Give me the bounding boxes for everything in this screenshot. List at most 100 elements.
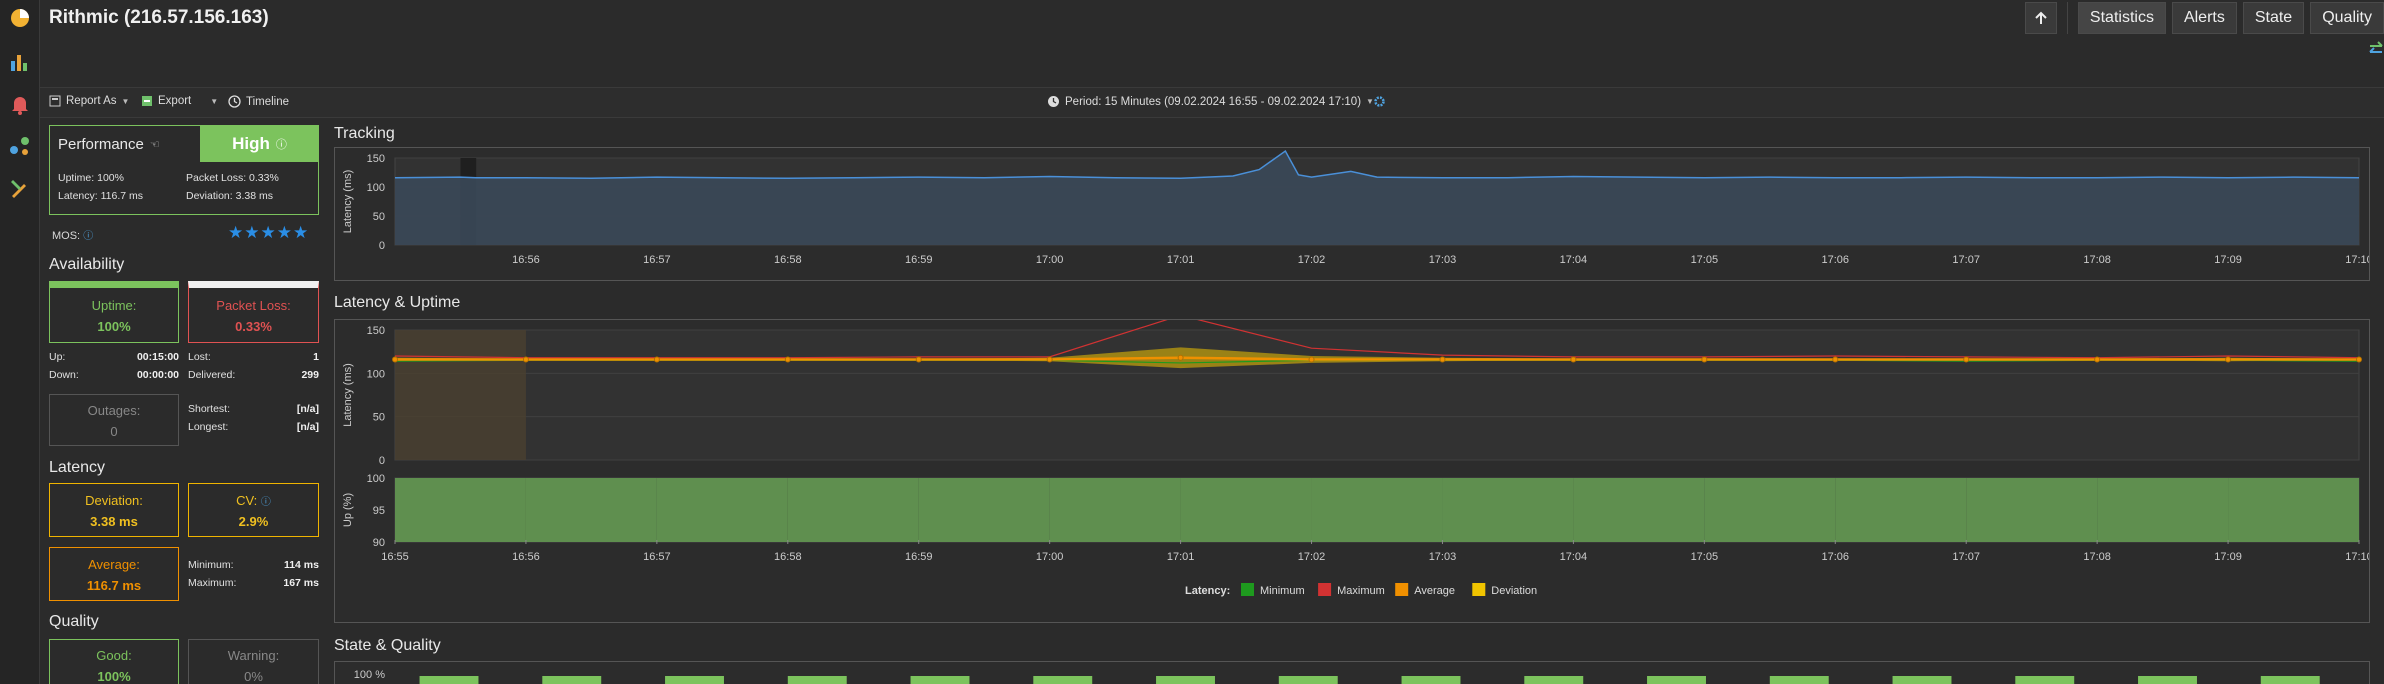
average-point [1963,356,1970,363]
mos-star-icon: ★ [293,223,310,242]
outages-tile[interactable]: Outages: 0 [49,394,179,446]
latency-uptime-title: Latency & Uptime [334,294,461,311]
uptime-bar [2097,478,2229,542]
x-tick-label: 16:59 [905,254,933,266]
x-tick-label: 17:02 [1298,254,1326,266]
average-point [392,356,398,363]
info-icon[interactable]: ⓘ [276,136,287,152]
y-tick-label: 50 [373,412,385,424]
timeline-label: Timeline [246,95,290,108]
tab-quality[interactable]: Quality [2310,2,2384,34]
x-tick-label: 17:05 [1691,551,1719,563]
tracking-chart[interactable]: 0 50 100 150 Latency (ms) 16:56 16:57 16:58 16:5… [335,148,2373,280]
x-tick-label: 17:03 [1429,551,1457,563]
x-tick-label: 17:08 [2083,551,2111,563]
x-tick-label: 17:02 [1298,551,1326,563]
x-tick-label: 17:05 [1691,254,1719,266]
info-icon[interactable]: ⓘ [83,231,93,242]
x-tick-label: 17:10 [2345,551,2369,563]
latency-title: Latency [49,459,106,476]
x-tick-label: 16:55 [381,551,409,563]
legend-label: Deviation [1491,585,1537,597]
dashboard-icon[interactable] [6,4,34,32]
state-bar [1892,676,1952,684]
state-bar [1647,676,1706,684]
tab-state[interactable]: State [2242,2,2305,34]
alerts-icon[interactable] [6,90,34,118]
state-bar [787,676,847,684]
uptime-tile[interactable]: Uptime: 100% [49,281,179,343]
uptime-bar [395,478,526,542]
y-axis-label: Latency (ms) [342,170,354,234]
state-bar [910,676,970,684]
uptime-bar [1966,478,2098,542]
page-title: Rithmic (216.57.156.163) [49,7,269,28]
swap-icon[interactable] [2368,38,2384,60]
uptime-y-tick-label: 100 [367,473,385,485]
scroll-up-button[interactable] [2024,2,2057,34]
x-tick-label: 17:10 [2345,254,2369,266]
legend-label: Maximum [1337,585,1385,597]
chevron-down-icon: ▼ [210,96,219,106]
info-icon[interactable]: ⓘ [261,497,271,508]
uptime-bar [2228,478,2359,542]
mos-stars: ★★★★★ [228,223,309,243]
top-navigation: Statistics Alerts State Quality [2024,2,2384,34]
state-quality-chart[interactable]: 100 % [335,662,2369,684]
x-tick-label: 16:58 [774,254,802,266]
perf-uptime: Uptime: 100% [58,172,124,184]
warning-tile[interactable]: Warning: 0% [188,639,319,684]
minimum-row: Minimum: 114 ms [188,559,319,571]
uptime-bar [1704,478,1836,542]
state-bar [1769,676,1829,684]
x-tick-label: 16:56 [512,254,540,266]
period-selector[interactable]: Period: 15 Minutes (09.02.2024 16:55 - 0… [1047,95,1374,108]
timeline-button[interactable]: Timeline [228,95,289,108]
settings-icon[interactable] [1373,95,1386,108]
x-tick-label: 17:04 [1560,551,1588,563]
packet-loss-tile[interactable]: Packet Loss: 0.33% [188,281,319,343]
perf-deviation: Deviation: 3.38 ms [186,190,273,202]
state-bar [1524,676,1584,684]
x-tick-label: 16:56 [512,551,540,563]
delivered-row: Delivered: 299 [188,369,319,381]
good-tile[interactable]: Good: 100% [49,639,179,684]
y-tick-label: 50 [373,211,385,223]
statistics-icon[interactable] [6,48,34,76]
x-tick-label: 17:09 [2214,254,2242,266]
y-tick-label: 150 [367,325,385,337]
x-tick-label: 17:04 [1560,254,1588,266]
info-hand-icon[interactable]: ☜ [150,138,160,151]
state-quality-title: State & Quality [334,637,441,654]
tracking-title: Tracking [334,125,395,142]
export-button[interactable]: Export ▼ [141,95,218,107]
tools-icon[interactable] [6,174,34,202]
performance-card: Performance ☜ High ⓘ Uptime: 100% Latenc… [49,125,319,215]
deviation-tile[interactable]: Deviation: 3.38 ms [49,483,179,537]
y-tick-label: 150 [367,153,385,165]
report-as-button[interactable]: Report As ▼ [49,95,129,107]
latency-uptime-chart[interactable]: 0 50 100 150 Latency (ms) 90 95 100 Up (%) 16:55 1… [335,314,2373,622]
average-tile[interactable]: Average: 116.7 ms [49,547,179,601]
uptime-bar [656,478,788,542]
mos-star-icon: ★ [276,223,293,242]
average-point [522,356,529,363]
x-tick-label: 17:00 [1036,551,1064,563]
x-tick-label: 17:07 [1952,254,1980,266]
network-icon[interactable] [6,132,34,160]
cv-tile[interactable]: CV: ⓘ 2.9% [188,483,319,537]
summary-panel: Performance ☜ High ⓘ Uptime: 100% Latenc… [40,119,322,684]
legend-label: Average [1414,585,1455,597]
uptime-bar [1180,478,1312,542]
tab-alerts[interactable]: Alerts [2171,2,2237,34]
tab-statistics[interactable]: Statistics [2077,2,2166,34]
mos-star-icon: ★ [260,223,277,242]
selected-interval [395,330,526,460]
down-row: Down: 00:00:00 [49,369,179,381]
chevron-down-icon: ▼ [121,96,130,106]
average-point [1177,354,1184,361]
x-tick-label: 16:57 [643,254,671,266]
y-axis-label: Latency (ms) [342,363,354,427]
availability-title: Availability [49,256,125,273]
report-as-label: Report As [66,95,117,107]
